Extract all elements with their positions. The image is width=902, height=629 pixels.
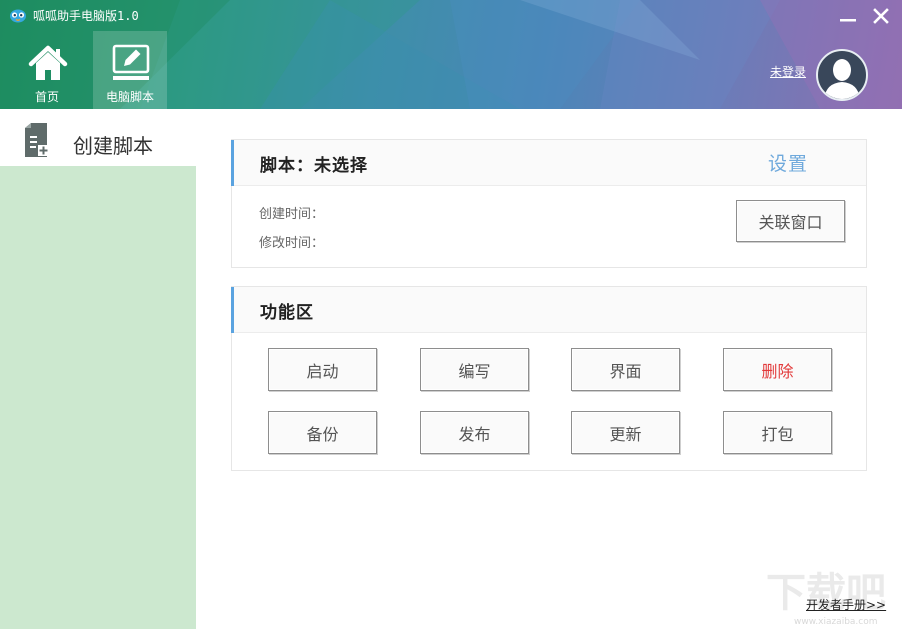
new-script-icon xyxy=(25,123,49,157)
sidebar-item-label: 创建脚本 xyxy=(73,134,153,158)
script-panel-title: 脚本：未选择 xyxy=(260,156,368,176)
function-panel: 功能区 启动 编写 界面 删除 备份 发布 更新 打包 xyxy=(231,286,867,471)
publish-button[interactable]: 发布 xyxy=(420,411,529,454)
title-bar[interactable]: 呱呱助手电脑版1.0 xyxy=(0,0,902,30)
delete-button[interactable]: 删除 xyxy=(723,348,832,391)
write-button[interactable]: 编写 xyxy=(420,348,529,391)
window-title: 呱呱助手电脑版1.0 xyxy=(33,9,139,23)
minimize-icon xyxy=(840,19,856,22)
header-banner: 呱呱助手电脑版1.0 首页 电脑脚本 未登录 xyxy=(0,0,902,109)
function-panel-header: 功能区 xyxy=(231,287,866,333)
app-logo-icon xyxy=(10,9,26,23)
close-button[interactable] xyxy=(870,6,892,26)
sidebar-item-create-script[interactable]: 创建脚本 xyxy=(0,109,196,166)
nav-pc-script-label: 电脑脚本 xyxy=(105,90,154,104)
nav-home-label: 首页 xyxy=(34,90,59,104)
settings-link[interactable]: 设置 xyxy=(768,149,808,176)
script-info-panel: 脚本：未选择 设置 创建时间： 修改时间： 关联窗口 xyxy=(231,139,867,268)
developer-manual-link[interactable]: 开发者手册>> xyxy=(806,596,886,613)
login-link[interactable]: 未登录 xyxy=(770,63,806,80)
sidebar: 创建脚本 xyxy=(0,109,196,629)
interface-button[interactable]: 界面 xyxy=(571,348,680,391)
start-button[interactable]: 启动 xyxy=(268,348,377,391)
script-panel-header: 脚本：未选择 设置 xyxy=(231,140,866,186)
nav-pc-script[interactable]: 电脑脚本 xyxy=(93,31,167,109)
avatar[interactable] xyxy=(816,49,868,101)
package-button[interactable]: 打包 xyxy=(723,411,832,454)
nav-home[interactable]: 首页 xyxy=(10,31,84,109)
update-button[interactable]: 更新 xyxy=(571,411,680,454)
created-time-label: 创建时间： xyxy=(259,207,325,222)
link-window-button[interactable]: 关联窗口 xyxy=(736,200,845,242)
minimize-button[interactable] xyxy=(837,6,859,26)
home-icon xyxy=(28,45,68,80)
modified-time-label: 修改时间： xyxy=(259,236,325,251)
edit-board-icon xyxy=(112,44,150,80)
backup-button[interactable]: 备份 xyxy=(268,411,377,454)
main-content: 脚本：未选择 设置 创建时间： 修改时间： 关联窗口 功能区 启动 编写 界面 … xyxy=(196,109,902,629)
close-icon xyxy=(873,8,889,24)
user-avatar-icon xyxy=(824,59,860,99)
function-panel-title: 功能区 xyxy=(260,303,314,323)
